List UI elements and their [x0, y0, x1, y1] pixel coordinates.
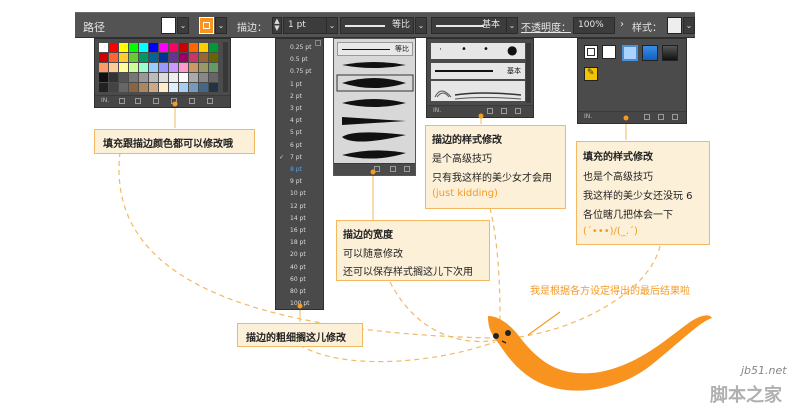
callout-style-line3: 各位瞎几把体会一下 — [583, 210, 673, 221]
callout-brush-line3: (just kidding) — [432, 188, 498, 199]
callout-width-title: 描边的宽度 — [343, 230, 393, 241]
callout-fill-stroke: 填充跟描边颜色都可以修改哦 — [94, 129, 255, 154]
callout-style-line2: 我这样的美少女还没玩 6 — [583, 191, 693, 202]
callout-brush-line1: 是个高级技巧 — [432, 154, 492, 165]
callout-width: 描边的宽度 可以随意修改 还可以保存样式搁这儿下次用 — [336, 220, 490, 281]
callout-style-title: 填充的样式修改 — [583, 152, 653, 163]
callout-brush-line2: 只有我这样的美少女才会用 — [432, 173, 552, 184]
callout-style-line4: (´•••)/(_.´) — [583, 226, 638, 237]
callout-style-line1: 也是个高级技巧 — [583, 172, 653, 183]
callout-brush-title: 描边的样式修改 — [432, 135, 502, 146]
callout-fill-text: 填充跟描边颜色都可以修改哦 — [103, 139, 233, 150]
watermark-name: 脚本之家 — [710, 385, 782, 406]
callout-brush: 描边的样式修改 是个高级技巧 只有我这样的美少女才会用 (just kiddin… — [425, 125, 566, 209]
callout-style: 填充的样式修改 也是个高级技巧 我这样的美少女还没玩 6 各位瞎几把体会一下 (… — [576, 141, 710, 245]
callout-weight-text: 描边的粗细搁这儿修改 — [246, 333, 346, 344]
callout-weight: 描边的粗细搁这儿修改 — [237, 323, 363, 347]
callout-width-line1: 可以随意修改 — [343, 249, 403, 260]
watermark-site: jb51.net — [741, 364, 787, 377]
result-caption: 我是根据各方设定得出的最后结果啦 — [530, 286, 690, 297]
callout-width-line2: 还可以保存样式搁这儿下次用 — [343, 267, 473, 278]
